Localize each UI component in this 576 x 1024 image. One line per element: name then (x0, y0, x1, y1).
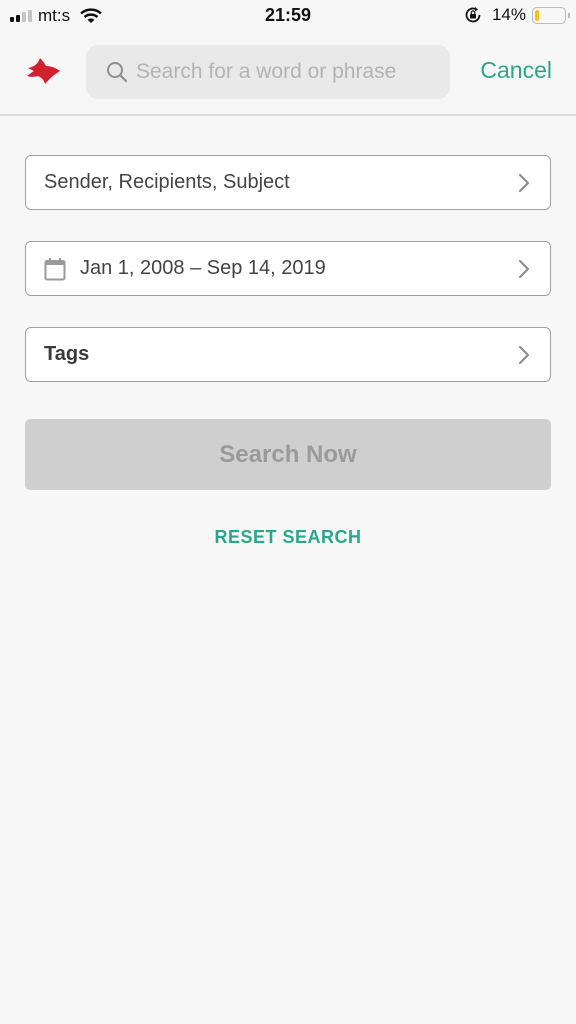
search-field[interactable] (86, 45, 450, 99)
reset-search-container: RESET SEARCH (0, 527, 576, 548)
search-input[interactable] (136, 60, 446, 84)
chevron-right-icon (518, 345, 530, 365)
battery-fill (535, 9, 539, 21)
cancel-button[interactable]: Cancel (480, 57, 552, 84)
tags-label: Tags (44, 343, 90, 365)
status-right: 14% (464, 5, 570, 25)
search-icon (107, 62, 128, 83)
calendar-icon (44, 257, 66, 280)
filter-label: Sender, Recipients, Subject (44, 171, 290, 193)
search-now-button[interactable]: Search Now (25, 419, 551, 490)
date-range-label: Jan 1, 2008 – Sep 14, 2019 (80, 257, 326, 279)
battery-icon (532, 6, 570, 24)
chevron-right-icon (518, 259, 530, 279)
tags-filter[interactable]: Tags (25, 327, 551, 382)
rotation-lock-icon (465, 7, 481, 23)
chevron-right-icon (518, 173, 530, 193)
reset-search-button[interactable]: RESET SEARCH (214, 527, 361, 547)
bird-logo-icon (27, 58, 60, 84)
sender-recipients-subject-filter[interactable]: Sender, Recipients, Subject (25, 155, 551, 210)
search-header: Cancel (0, 32, 576, 116)
date-range-filter[interactable]: Jan 1, 2008 – Sep 14, 2019 (25, 241, 551, 296)
battery-percent: 14% (491, 5, 526, 24)
status-bar: mt:s 21:59 14% (0, 0, 576, 32)
